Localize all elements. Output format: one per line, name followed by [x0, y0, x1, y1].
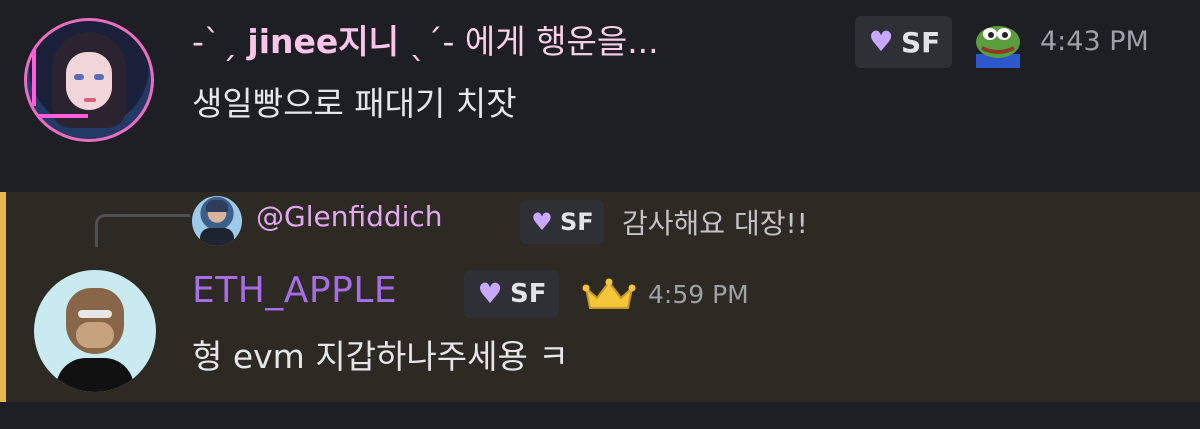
reply-author-avatar[interactable] [192, 196, 242, 246]
heart-icon: ♥ [531, 208, 553, 236]
mention-highlight-bar [0, 192, 6, 402]
message-content: 형 evm 지갑하나주세용 ㅋ [192, 337, 569, 376]
server-tag-label: SF [901, 25, 941, 59]
message-content: 생일빵으로 패대기 치잣 [192, 84, 517, 123]
message-author-name[interactable]: ETH_APPLE [192, 270, 397, 311]
message-item: -ˋˏ jinee지니 ˎˊ- 에게 행운을... ♥ SF 4:43 PM 생… [0, 0, 1200, 190]
message-timestamp[interactable]: 4:59 PM [648, 280, 749, 309]
message-author[interactable]: -ˋˏ jinee지니 ˎˊ- 에게 행운을... [192, 20, 659, 64]
heart-icon: ♥ [868, 25, 894, 58]
author-name: jinee지니 [247, 22, 400, 61]
reply-server-tag-label: SF [560, 208, 594, 236]
crown-icon [582, 278, 636, 309]
pepe-frog-icon [976, 26, 1020, 68]
user-avatar[interactable] [34, 270, 156, 392]
author-prefix: -ˋˏ [192, 22, 248, 61]
author-suffix: ˎˊ- 에게 행운을... [399, 22, 659, 61]
reply-server-tag-badge[interactable]: ♥ SF [520, 200, 604, 244]
reply-content-preview[interactable]: 감사해요 대장!! [622, 202, 808, 242]
heart-icon: ♥ [477, 277, 503, 310]
user-avatar[interactable] [24, 18, 154, 142]
server-tag-label: SF [510, 279, 547, 309]
reply-connector [95, 214, 190, 247]
reply-author-name[interactable]: @Glenfiddich [256, 200, 443, 233]
server-tag-badge[interactable]: ♥ SF [464, 270, 559, 318]
message-item-highlighted: @Glenfiddich ♥ SF 감사해요 대장!! ETH_APPLE ♥ … [0, 192, 1200, 402]
message-timestamp[interactable]: 4:43 PM [1040, 26, 1149, 57]
server-tag-badge[interactable]: ♥ SF [855, 16, 953, 68]
